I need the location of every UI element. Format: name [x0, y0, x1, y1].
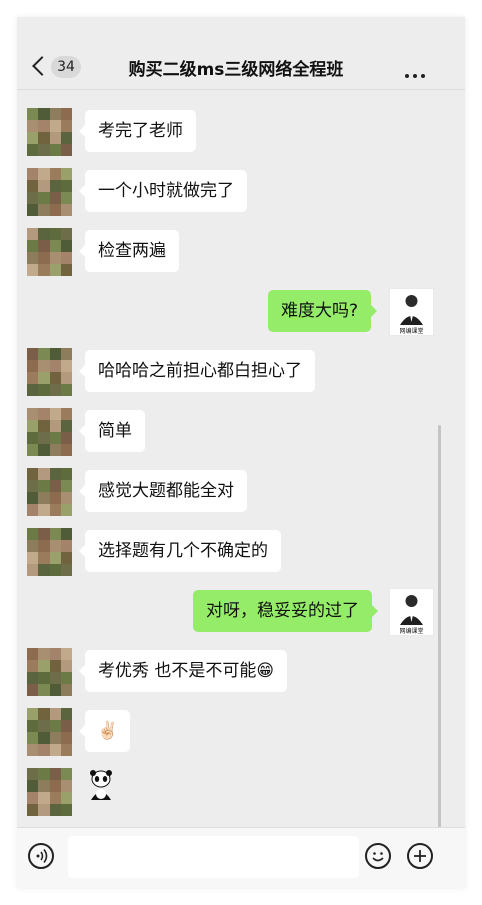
message-list[interactable]: 考完了老师 一个小时就做完了 检查两遍 难度大吗? 网编课堂 哈哈哈之前担心都白…: [17, 90, 465, 845]
panda-sticker-icon[interactable]: [85, 768, 117, 802]
message-row: 难度大吗? 网编课堂: [17, 288, 465, 336]
avatar[interactable]: [27, 108, 72, 156]
scrollbar[interactable]: [438, 425, 441, 845]
avatar[interactable]: [27, 648, 72, 696]
avatar[interactable]: [27, 348, 72, 396]
message-bubble[interactable]: ✌🏻: [78, 710, 131, 752]
avatar[interactable]: [27, 228, 72, 276]
message-bubble[interactable]: 对呀，稳妥妥的过了: [193, 590, 378, 632]
message-row: 选择题有几个不确定的: [17, 528, 465, 576]
avatar[interactable]: [27, 768, 72, 816]
avatar[interactable]: [27, 408, 72, 456]
message-row: 哈哈哈之前担心都白担心了: [17, 348, 465, 396]
avatar-brand-text: 网编课堂: [399, 327, 423, 335]
message-bubble[interactable]: 检查两遍: [79, 230, 179, 272]
chevron-left-icon[interactable]: [32, 56, 52, 76]
avatar[interactable]: [27, 528, 72, 576]
message-bubble[interactable]: 感觉大题都能全对: [79, 470, 247, 512]
avatar[interactable]: 网编课堂: [389, 288, 434, 336]
message-bubble[interactable]: 难度大吗?: [268, 290, 378, 332]
message-row: 简单: [17, 408, 465, 456]
message-bubble[interactable]: 哈哈哈之前担心都白担心了: [79, 350, 315, 392]
teacher-avatar-icon: 网编课堂: [399, 295, 424, 335]
chat-title: 购买二级ms三级网络全程班: [128, 60, 344, 80]
message-row: [17, 768, 465, 816]
unread-count-badge[interactable]: 34: [51, 56, 81, 78]
message-bubble[interactable]: 考优秀 也不是不可能😁: [78, 650, 288, 692]
teacher-avatar-icon: 网编课堂: [399, 595, 424, 635]
message-input[interactable]: [68, 836, 359, 878]
message-row: 一个小时就做完了: [17, 168, 465, 216]
message-bubble[interactable]: 一个小时就做完了: [79, 170, 247, 212]
input-bar: [17, 827, 465, 888]
more-dots-icon[interactable]: [405, 63, 429, 78]
message-row: 检查两遍: [17, 228, 465, 276]
avatar[interactable]: 网编课堂: [389, 588, 434, 636]
message-row: 考优秀 也不是不可能😁: [17, 648, 465, 696]
voice-icon[interactable]: [28, 843, 54, 869]
message-bubble[interactable]: 考完了老师: [79, 110, 196, 152]
message-row: 考完了老师: [17, 108, 465, 156]
emoji-icon[interactable]: [365, 843, 391, 869]
message-bubble[interactable]: 选择题有几个不确定的: [79, 530, 281, 572]
plus-icon[interactable]: [407, 843, 433, 869]
message-bubble[interactable]: 简单: [79, 410, 145, 452]
chat-window: 34 购买二级ms三级网络全程班 考完了老师 一个小时就做完了 检查两遍 难度大…: [17, 17, 465, 888]
avatar[interactable]: [27, 468, 72, 516]
message-row: 感觉大题都能全对: [17, 468, 465, 516]
avatar[interactable]: [27, 168, 72, 216]
message-row: ✌🏻: [17, 708, 465, 756]
chat-header: 34 购买二级ms三级网络全程班: [17, 17, 465, 90]
avatar-brand-text: 网编课堂: [399, 627, 423, 635]
message-row: 对呀，稳妥妥的过了 网编课堂: [17, 588, 465, 636]
avatar[interactable]: [27, 708, 72, 756]
